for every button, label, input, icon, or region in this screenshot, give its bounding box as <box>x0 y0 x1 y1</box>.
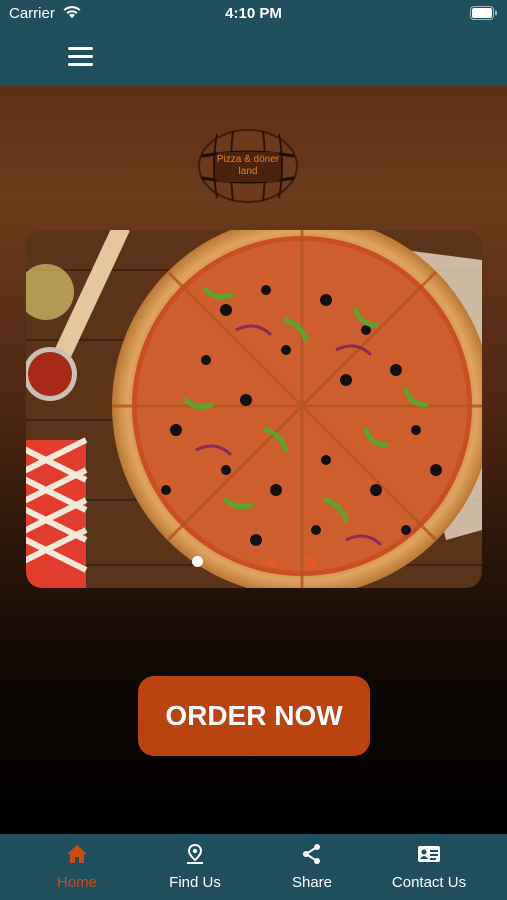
slider-dot-2[interactable] <box>266 556 277 567</box>
order-now-button[interactable]: ORDER NOW <box>138 676 370 756</box>
tab-contact-us[interactable]: Contact Us <box>370 834 488 900</box>
map-pin-icon <box>136 843 254 865</box>
tab-home-label: Home <box>56 874 97 891</box>
tab-bar: Home Find Us Share Contact Us <box>0 834 507 900</box>
tab-contact-us-label: Contact Us <box>391 874 467 891</box>
tab-share[interactable]: Share <box>253 834 371 900</box>
brand-line-1: Pizza & döner <box>216 154 280 165</box>
tab-share-label: Share <box>291 874 333 891</box>
tab-home[interactable]: Home <box>18 834 136 900</box>
brand-name: Pizza & döner land <box>197 154 299 178</box>
share-icon <box>253 843 371 865</box>
hamburger-menu-icon[interactable] <box>64 42 98 72</box>
slider-dots <box>26 556 482 570</box>
image-slider[interactable] <box>26 230 482 588</box>
nav-bar <box>0 28 507 86</box>
pizza-photo <box>26 230 482 588</box>
status-time: 4:10 PM <box>225 5 282 22</box>
brand-logo: Pizza & döner land <box>197 128 299 204</box>
contact-card-icon <box>370 843 488 865</box>
status-bar: Carrier 4:10 PM <box>0 0 507 28</box>
home-icon <box>18 843 136 865</box>
brand-line-2: land <box>238 166 258 177</box>
main-content: Pizza & döner land ORDER NOW <box>0 86 507 834</box>
slider-dot-1[interactable] <box>192 556 203 567</box>
tab-find-us-label: Find Us <box>169 874 221 891</box>
slider-dot-3[interactable] <box>305 556 316 567</box>
battery-icon <box>470 6 498 24</box>
tab-find-us[interactable]: Find Us <box>136 834 254 900</box>
